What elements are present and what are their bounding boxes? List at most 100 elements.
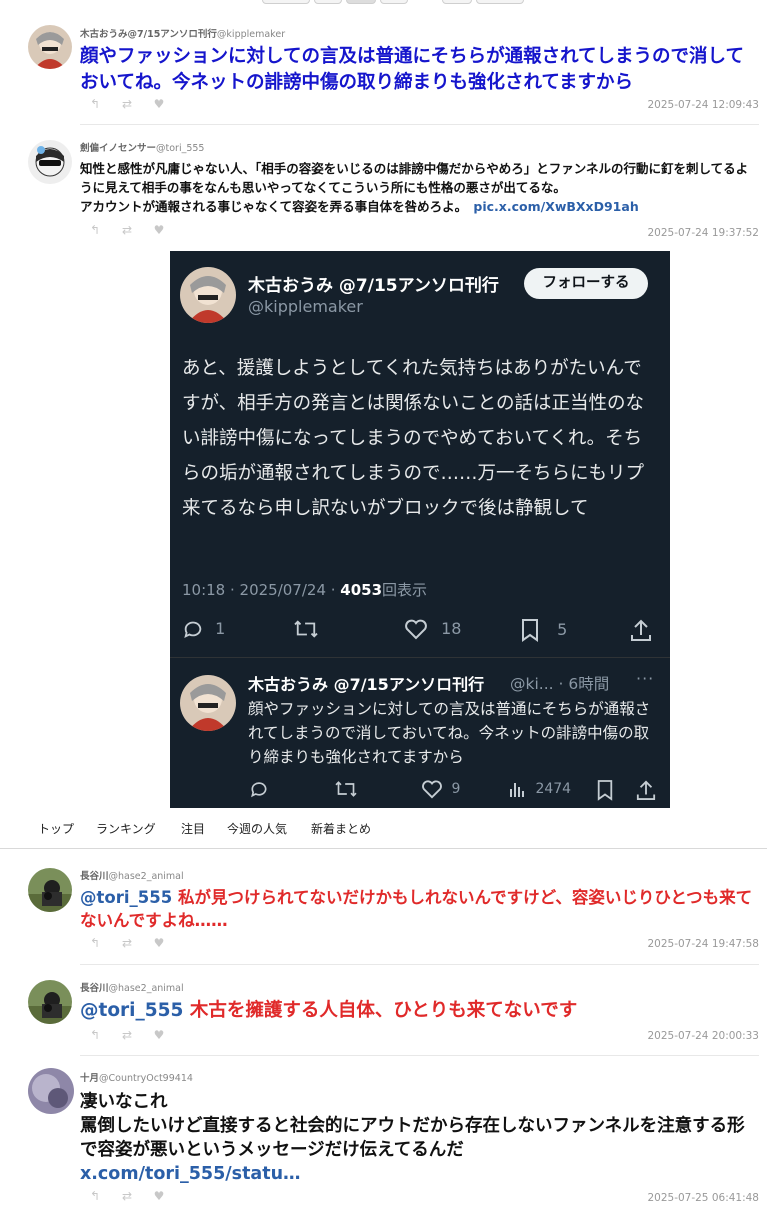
embedded-tweet-image[interactable]: 木古おうみ @7/15アンソロ刊行 @kipplemaker フォローする あと… bbox=[170, 251, 670, 808]
retweet-icon bbox=[294, 620, 318, 638]
timestamp[interactable]: 2025-07-24 19:47:58 bbox=[647, 938, 759, 950]
embed-views-label: 回表示 bbox=[382, 581, 428, 599]
reply-icon[interactable]: ↰ bbox=[88, 936, 102, 950]
tweet-text: @tori_555 私が見つけられてないだけかもしれないんですけど、容姿いじりひ… bbox=[80, 886, 756, 932]
tweet-author: 長谷川@hase2_animal bbox=[80, 868, 184, 882]
heart-icon bbox=[405, 619, 427, 640]
tweet-text-body: 凄いなこれ 罵倒したいけど直接すると社会的にアウトだから存在しないファンネルを注… bbox=[80, 1092, 745, 1160]
embed-reply-reply bbox=[248, 779, 270, 799]
tweet-author: 十月@CountryOct99414 bbox=[80, 1070, 193, 1084]
author-handle[interactable]: @hase2_animal bbox=[109, 983, 184, 994]
avatar[interactable] bbox=[28, 1068, 74, 1114]
embed-separator bbox=[170, 657, 670, 658]
nav-item-featured[interactable]: 注目 bbox=[181, 820, 205, 837]
timestamp[interactable]: 2025-07-24 19:37:52 bbox=[647, 227, 759, 239]
retweet-icon[interactable]: ⇄ bbox=[120, 936, 134, 950]
reply-count: 1 bbox=[215, 618, 226, 638]
retweet-icon[interactable]: ⇄ bbox=[120, 1189, 134, 1203]
like-icon[interactable]: ♥ bbox=[152, 1189, 166, 1203]
embed-avatar bbox=[180, 267, 236, 323]
nav-item-weekly[interactable]: 今週の人気 bbox=[227, 820, 287, 837]
reply-icon bbox=[251, 782, 267, 798]
tweet-text: 顔やファッションに対しての言及は普通にそちらが通報されてしまうので消しておいてね… bbox=[80, 46, 744, 93]
embed-reply-views: 2474 bbox=[509, 779, 571, 799]
tweet-text-body: 知性と感性が凡庸じゃない人、「相手の容姿をいじるのは誹謗中傷だからやめろ」とファ… bbox=[80, 161, 749, 214]
like-icon[interactable]: ♥ bbox=[152, 936, 166, 950]
share-icon bbox=[636, 780, 656, 800]
like-icon[interactable]: ♥ bbox=[152, 97, 166, 111]
tweet: 十月@CountryOct99414 凄いなこれ 罵倒したいけど直接すると社会的… bbox=[0, 1064, 767, 1209]
author-handle[interactable]: @CountryOct99414 bbox=[99, 1073, 193, 1084]
embed-reply-share bbox=[636, 779, 656, 800]
reply-icon[interactable]: ↰ bbox=[88, 1028, 102, 1042]
avatar[interactable] bbox=[28, 140, 72, 184]
tweet-text-body: 木古を擁護する人自体、ひとりも来てないです bbox=[189, 1000, 578, 1021]
avatar[interactable] bbox=[28, 980, 72, 1024]
reply-icon[interactable]: ↰ bbox=[88, 1189, 102, 1203]
embed-reply-like: 9 bbox=[421, 779, 460, 799]
author-handle[interactable]: @kipplemaker bbox=[217, 29, 285, 40]
timestamp[interactable]: 2025-07-24 20:00:33 bbox=[647, 1030, 759, 1042]
tweet-text-body: 私が見つけられてないだけかもしれないんですけど、容姿いじりひとつも来てないんです… bbox=[80, 888, 753, 930]
divider bbox=[80, 1055, 759, 1056]
page-tab[interactable] bbox=[380, 0, 408, 4]
mention-link[interactable]: @tori_555 bbox=[80, 888, 172, 907]
tweet-author: 長谷川@hase2_animal bbox=[80, 980, 184, 994]
page-tab-active[interactable] bbox=[346, 0, 376, 4]
embed-reply-retweet bbox=[333, 779, 359, 799]
timestamp[interactable]: 2025-07-24 12:09:43 bbox=[647, 99, 759, 111]
more-icon: ··· bbox=[636, 669, 655, 688]
page-tab[interactable] bbox=[262, 0, 310, 4]
like-icon[interactable]: ♥ bbox=[152, 223, 166, 237]
retweet-icon[interactable]: ⇄ bbox=[120, 223, 134, 237]
mention-link[interactable]: @tori_555 bbox=[80, 1000, 183, 1021]
reply-icon[interactable]: ↰ bbox=[88, 223, 102, 237]
heart-icon bbox=[422, 780, 442, 799]
page-tab[interactable] bbox=[314, 0, 342, 4]
reply-icon[interactable]: ↰ bbox=[88, 97, 102, 111]
like-count: 18 bbox=[441, 618, 462, 638]
tweet-author: 劍偏イノセンサー@tori_555 bbox=[80, 140, 204, 154]
embed-author-name: 木古おうみ @7/15アンソロ刊行 bbox=[248, 276, 499, 296]
views-icon bbox=[510, 783, 524, 797]
avatar[interactable] bbox=[28, 25, 72, 69]
tweet: 長谷川@hase2_animal @tori_555 私が見つけられてないだけか… bbox=[0, 862, 767, 956]
reply-icon bbox=[184, 621, 202, 639]
embed-views: 4053 bbox=[340, 581, 383, 599]
embed-reply-handle: @ki... · 6時間 bbox=[510, 675, 610, 693]
bookmark-count: 5 bbox=[557, 619, 568, 639]
page-tab[interactable] bbox=[442, 0, 472, 4]
tweet: 木古おうみ@7/15アンソロ刊行@kipplemaker 顔やファッションに対し… bbox=[0, 20, 767, 124]
author-handle[interactable]: @hase2_animal bbox=[109, 871, 184, 882]
embed-reply-author: 木古おうみ @7/15アンソロ刊行 bbox=[248, 675, 485, 694]
avatar[interactable] bbox=[28, 868, 72, 912]
tweet-link[interactable]: x.com/tori_555/statu… bbox=[80, 1164, 301, 1184]
embed-author-handle: @kipplemaker bbox=[248, 297, 363, 316]
retweet-icon[interactable]: ⇄ bbox=[120, 1028, 134, 1042]
nav-item-top[interactable]: トップ bbox=[38, 820, 74, 837]
author-name[interactable]: 長谷川 bbox=[80, 871, 109, 882]
author-name[interactable]: 木古おうみ@7/15アンソロ刊行 bbox=[80, 29, 217, 40]
divider bbox=[80, 964, 759, 965]
tweet-text: 凄いなこれ 罵倒したいけど直接すると社会的にアウトだから存在しないファンネルを注… bbox=[80, 1090, 756, 1186]
page-tab[interactable] bbox=[476, 0, 524, 4]
tweet: 長谷川@hase2_animal @tori_555 木古を擁護する人自体、ひと… bbox=[0, 974, 767, 1050]
author-name[interactable]: 劍偏イノセンサー bbox=[80, 143, 156, 154]
tweet-author: 木古おうみ@7/15アンソロ刊行@kipplemaker bbox=[80, 26, 285, 40]
embed-share bbox=[630, 618, 652, 642]
nav-item-ranking[interactable]: ランキング bbox=[96, 820, 156, 837]
embed-meta: 10:18 · 2025/07/24 · 4053回表示 bbox=[182, 579, 427, 600]
share-icon bbox=[631, 619, 651, 641]
embed-reply: 1 bbox=[182, 618, 225, 642]
tweet-link[interactable]: pic.x.com/XwBXxD91ah bbox=[473, 199, 638, 214]
author-name[interactable]: 長谷川 bbox=[80, 983, 109, 994]
retweet-icon[interactable]: ⇄ bbox=[120, 97, 134, 111]
timestamp[interactable]: 2025-07-25 06:41:48 bbox=[647, 1192, 759, 1204]
nav-item-new[interactable]: 新着まとめ bbox=[311, 820, 371, 837]
reply-views-count: 2474 bbox=[535, 781, 572, 797]
tweet-text: @tori_555 木古を擁護する人自体、ひとりも来てないです bbox=[80, 998, 756, 1024]
author-name[interactable]: 十月 bbox=[80, 1073, 99, 1084]
embed-text: あと、援護しようとしてくれた気持ちはありがたいんですが、相手方の発言とは関係ない… bbox=[182, 358, 644, 519]
like-icon[interactable]: ♥ bbox=[152, 1028, 166, 1042]
author-handle[interactable]: @tori_555 bbox=[156, 143, 204, 154]
